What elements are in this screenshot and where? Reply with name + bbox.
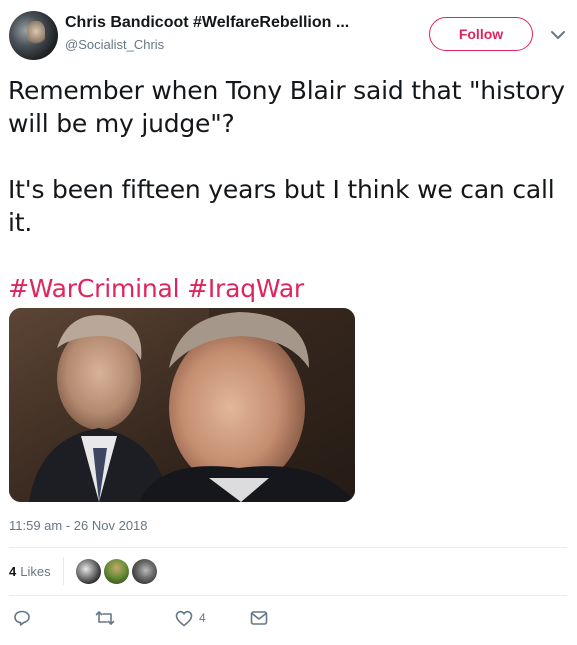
liker-avatar[interactable] [103,558,129,584]
tweet-text: Remember when Tony Blair said that "hist… [8,74,568,305]
retweet-icon [95,611,115,625]
follow-button[interactable]: Follow [429,17,533,51]
chevron-down-icon[interactable] [550,28,566,42]
liker-avatar[interactable] [131,558,157,584]
envelope-icon [250,611,267,625]
likes-row: 4 Likes [9,556,160,586]
reply-icon [14,610,30,626]
tweet-text-line-1: Remember when Tony Blair said that "hist… [8,76,565,138]
author-handle[interactable]: @Socialist_Chris [65,37,164,52]
divider [9,595,567,596]
likes-count[interactable]: 4 [9,564,16,579]
liker-avatar[interactable] [75,558,101,584]
heart-icon [175,610,193,626]
avatar[interactable] [9,11,58,60]
direct-message-button[interactable] [250,610,268,626]
photo-image [9,308,355,502]
retweet-button[interactable] [95,609,115,627]
tweet-hashtags: #WarCriminal #IraqWar [8,272,568,305]
reply-button[interactable] [13,609,31,627]
tweet-timestamp[interactable]: 11:59 am - 26 Nov 2018 [9,518,148,533]
hashtag-warcriminal[interactable]: #WarCriminal [8,274,180,303]
like-button[interactable]: 4 [175,610,206,627]
like-count: 4 [199,611,206,625]
tweet-actions: 4 [9,605,268,631]
likes-divider [62,557,64,585]
hashtag-iraqwar[interactable]: #IraqWar [187,274,304,303]
author-display-name[interactable]: Chris Bandicoot #WelfareRebellion ... [65,14,395,32]
likes-label[interactable]: Likes [20,564,50,579]
tweet-header: Chris Bandicoot #WelfareRebellion ... @S… [0,0,577,70]
tweet-text-line-2: It's been fifteen years but I think we c… [8,175,555,237]
divider [9,547,567,548]
tweet-photo[interactable] [9,308,355,502]
